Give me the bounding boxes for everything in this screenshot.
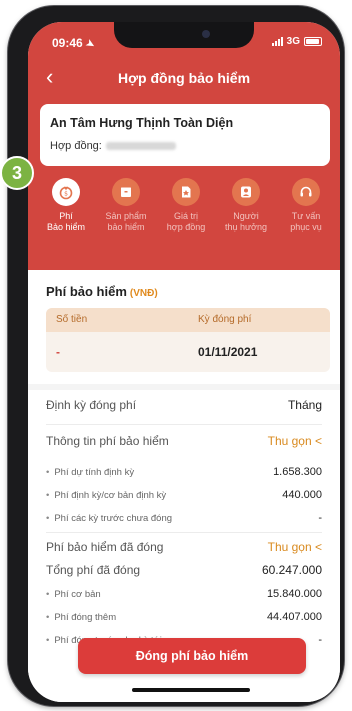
fee-item-label: Phí dự tính định kỳ — [46, 467, 134, 478]
contract-card: An Tâm Hưng Thịnh Toàn Diện Hợp đồng: — [40, 104, 330, 166]
tab-label-line2: Bảo hiểm — [46, 222, 86, 232]
location-arrow-icon: ➤ — [83, 37, 97, 52]
paid-title: Phí bảo hiểm đã đóng — [46, 540, 164, 554]
paid-header: Phí bảo hiểm đã đóng Thu gọn < — [46, 540, 322, 554]
paid-item: Phí cơ bản 15.840.000 — [46, 588, 322, 600]
fee-info-item: Phí dự tính định kỳ 1.658.300 — [46, 466, 322, 478]
coin-bag-icon: $ — [52, 178, 80, 206]
paid-total-label: Tổng phí đã đóng — [46, 563, 141, 577]
tab-label-line2: phục vụ — [290, 222, 322, 232]
battery-icon — [304, 37, 322, 46]
tab-label-line1: Phí — [59, 211, 73, 221]
contract-number-redacted — [105, 142, 176, 150]
frequency-value: Tháng — [287, 398, 322, 412]
status-bar: 09:46➤ 3G — [28, 22, 340, 58]
fee-item-label: Phí định kỳ/cơ bản định kỳ — [46, 490, 166, 501]
contract-name: An Tâm Hưng Thịnh Toàn Diện — [50, 116, 234, 130]
headset-icon — [292, 178, 320, 206]
contract-number: Hợp đồng: — [50, 140, 176, 152]
camera-icon — [202, 30, 210, 38]
tab-premium[interactable]: $ Phí Bảo hiểm — [34, 178, 98, 233]
frequency-label: Định kỳ đóng phí — [46, 398, 137, 412]
fee-item-value: 1.658.300 — [273, 466, 322, 478]
tab-label-line1: Giá trị — [173, 211, 198, 221]
paid-total-value: 60.247.000 — [261, 563, 322, 577]
tab-label-line1: Người — [233, 211, 259, 221]
top-bar: ‹ Hợp đồng bảo hiểm — [28, 64, 340, 94]
section-tabs: $ Phí Bảo hiểm Sản phẩm bảo hiểm Giá trị… — [28, 178, 340, 248]
tab-label-line2: bảo hiểm — [107, 222, 145, 232]
fee-item-value: 440.000 — [282, 489, 322, 501]
divider — [28, 384, 340, 390]
signal-icon — [271, 37, 283, 46]
tab-advisor[interactable]: Tư vấn phục vụ — [274, 178, 338, 233]
fee-item-label: Phí các kỳ trước chưa đóng — [46, 513, 172, 524]
premium-table-row: - 01/11/2021 — [46, 332, 330, 372]
paid-item: Phí đóng thêm 44.407.000 — [46, 611, 322, 623]
phone-frame: 09:46➤ 3G ‹ Hợp đồng bảo hiểm An Tâm Hưn… — [8, 6, 344, 706]
column-period: Kỳ đóng phí — [198, 314, 252, 325]
amount-value: - — [56, 345, 60, 359]
paid-item-label: Phí cơ bản — [46, 589, 100, 600]
paid-collapse-toggle[interactable]: Thu gọn < — [268, 540, 322, 554]
status-time: 09:46 — [52, 36, 83, 50]
device-notch — [114, 22, 254, 48]
step-badge: 3 — [0, 156, 34, 190]
section-title: Phí bảo hiểm (VNĐ) — [46, 284, 158, 299]
paid-item-label: Phí đóng thêm — [46, 612, 116, 623]
beneficiary-icon — [232, 178, 260, 206]
premium-table-header: Số tiền Kỳ đóng phí — [46, 308, 330, 332]
svg-text:$: $ — [64, 191, 68, 198]
premium-table: Số tiền Kỳ đóng phí - 01/11/2021 — [46, 308, 330, 372]
fee-info-header: Thông tin phí bảo hiểm Thu gọn < — [46, 434, 322, 448]
paid-total-row: Tổng phí đã đóng 60.247.000 — [46, 563, 322, 577]
period-value: 01/11/2021 — [198, 345, 258, 359]
separator — [46, 532, 322, 533]
page-title: Hợp đồng bảo hiểm — [117, 70, 251, 86]
paid-item-value: - — [318, 634, 322, 646]
tab-product[interactable]: Sản phẩm bảo hiểm — [94, 178, 158, 233]
separator — [46, 424, 322, 425]
home-indicator — [132, 688, 250, 692]
contract-number-label: Hợp đồng: — [50, 140, 102, 152]
fee-info-item: Phí các kỳ trước chưa đóng - — [46, 512, 322, 524]
tab-label-line1: Tư vấn — [291, 211, 321, 221]
fee-info-item: Phí định kỳ/cơ bản định kỳ 440.000 — [46, 489, 322, 501]
network-type: 3G — [286, 36, 300, 47]
paid-item-value: 15.840.000 — [266, 588, 322, 600]
fee-info-collapse-toggle[interactable]: Thu gọn < — [268, 434, 322, 448]
paid-item-value: 44.407.000 — [266, 611, 322, 623]
frequency-row: Định kỳ đóng phí Tháng — [46, 398, 322, 412]
tab-label-line1: Sản phẩm — [105, 211, 147, 221]
pay-premium-button[interactable]: Đóng phí bảo hiểm — [78, 638, 306, 674]
tab-beneficiary[interactable]: Người thụ hưởng — [214, 178, 278, 233]
tab-contract-value[interactable]: Giá trị hợp đồng — [154, 178, 218, 233]
app-screen: 09:46➤ 3G ‹ Hợp đồng bảo hiểm An Tâm Hưn… — [28, 22, 340, 702]
tab-label-line2: thụ hưởng — [225, 222, 267, 232]
fee-info-title: Thông tin phí bảo hiểm — [46, 434, 169, 448]
column-amount: Số tiền — [56, 314, 88, 325]
product-box-icon — [112, 178, 140, 206]
currency-unit: (VNĐ) — [129, 288, 158, 299]
contract-value-icon — [172, 178, 200, 206]
fee-item-value: - — [318, 512, 322, 524]
section-title-text: Phí bảo hiểm — [46, 284, 127, 299]
tab-label-line2: hợp đồng — [166, 222, 206, 232]
